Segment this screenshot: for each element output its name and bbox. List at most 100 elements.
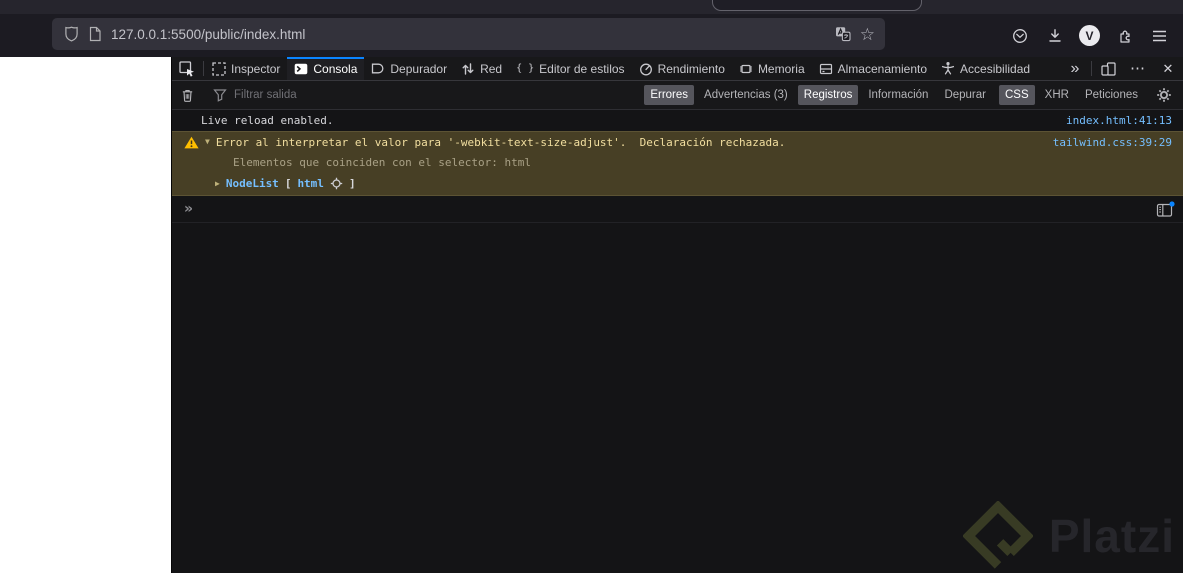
navigation-toolbar: ☆ V <box>0 14 1183 57</box>
responsive-mode-button[interactable] <box>1093 57 1123 80</box>
extensions-puzzle-icon[interactable] <box>1107 20 1142 52</box>
tab-label: Almacenamiento <box>837 61 928 76</box>
console-input-row[interactable]: » <box>172 196 1183 223</box>
bracket-open: [ <box>284 177 292 190</box>
separator <box>1091 61 1092 76</box>
result-class-name[interactable]: NodeList <box>226 177 279 190</box>
tab-network[interactable]: Red <box>454 57 509 80</box>
clear-console-button[interactable] <box>172 88 202 103</box>
memory-chip-icon <box>739 64 752 73</box>
twisty-closed-icon[interactable]: ▶ <box>215 179 220 188</box>
browser-tab-partial[interactable] <box>712 0 922 11</box>
storage-icon <box>819 63 832 74</box>
close-icon: ✕ <box>1162 61 1174 76</box>
gear-icon <box>1157 88 1171 102</box>
url-bar[interactable]: ☆ <box>52 18 885 50</box>
tab-storage[interactable]: Almacenamiento <box>812 57 934 80</box>
bracket-close: ] <box>348 177 356 190</box>
avatar-letter: V <box>1079 25 1100 46</box>
page-info-icon[interactable] <box>88 26 102 42</box>
tab-console[interactable]: Consola <box>287 57 365 80</box>
tab-label: Inspector <box>231 61 281 76</box>
warning-row: ▼ Error al interpretar el valor para '-w… <box>172 132 1183 152</box>
tab-style-editor[interactable]: { } Editor de estilos <box>509 57 631 80</box>
more-tabs-button[interactable]: » <box>1060 57 1090 80</box>
funnel-icon <box>213 89 227 102</box>
inspector-icon <box>212 61 226 76</box>
network-arrows-icon <box>462 62 474 75</box>
trash-icon <box>182 89 192 102</box>
pocket-button[interactable] <box>1002 20 1037 52</box>
console-filterbar: Errores Advertencias (3) Registros Infor… <box>172 81 1183 110</box>
devtools-tabbar: Inspector Consola Depurador Red { } Edit… <box>172 57 1183 81</box>
filter-debug[interactable]: Depurar <box>938 85 992 105</box>
tab-label: Depurador <box>390 61 448 76</box>
filter-info[interactable]: Información <box>862 85 934 105</box>
tab-label: Consola <box>313 61 358 76</box>
responsive-design-icon <box>1100 61 1116 76</box>
tab-label: Red <box>480 61 503 76</box>
tab-accessibility[interactable]: Accesibilidad <box>934 57 1037 80</box>
console-prompt-icon: » <box>184 201 194 217</box>
web-page-content <box>0 57 171 573</box>
warning-detail-row: Elementos que coinciden con el selector:… <box>172 152 1183 172</box>
filter-logs[interactable]: Registros <box>797 85 859 105</box>
console-empty-area[interactable]: Platzi <box>172 223 1183 573</box>
inspect-node-target-icon[interactable] <box>330 177 343 190</box>
filter-warnings[interactable]: Advertencias (3) <box>698 85 794 105</box>
shield-icon[interactable] <box>64 26 79 42</box>
devtools-meatball-menu[interactable]: ⋯ <box>1123 57 1153 80</box>
tab-label: Rendimiento <box>657 61 725 76</box>
filter-output-input[interactable] <box>234 89 643 101</box>
separator <box>203 61 204 76</box>
url-input[interactable] <box>111 26 826 42</box>
close-devtools-button[interactable]: ✕ <box>1153 57 1183 80</box>
console-log-row: Live reload enabled. index.html:41:13 <box>172 110 1183 131</box>
tab-label: Editor de estilos <box>539 61 625 76</box>
filter-errors[interactable]: Errores <box>644 85 695 105</box>
filter-xhr[interactable]: XHR <box>1039 85 1075 105</box>
platzi-watermark-text: Platzi <box>1048 510 1175 562</box>
browser-window: ☆ V <box>0 0 1183 573</box>
platzi-watermark: Platzi <box>962 501 1175 571</box>
log-source-link[interactable]: index.html:41:13 <box>1066 114 1172 127</box>
toolbar-icons: V <box>1002 14 1177 57</box>
console-output: Live reload enabled. index.html:41:13 ▼ … <box>172 110 1183 573</box>
accessibility-person-icon <box>941 62 955 75</box>
warning-message: Error al interpretar el valor para '-web… <box>215 135 786 149</box>
menu-hamburger-icon[interactable] <box>1142 20 1177 52</box>
warning-triangle-icon <box>184 136 199 148</box>
console-warning-block: ▼ Error al interpretar el valor para '-w… <box>172 131 1183 196</box>
warning-source-link[interactable]: tailwind.css:39:29 <box>1053 136 1172 149</box>
tab-performance[interactable]: Rendimiento <box>632 57 732 80</box>
filter-css[interactable]: CSS <box>999 85 1035 105</box>
tab-inspector[interactable]: Inspector <box>205 57 287 80</box>
translate-icon[interactable] <box>835 26 851 42</box>
tab-strip <box>0 0 1183 14</box>
downloads-button[interactable] <box>1037 20 1072 52</box>
braces-icon: { } <box>516 63 535 74</box>
console-settings-button[interactable] <box>1149 87 1179 103</box>
result-node[interactable]: html <box>297 177 324 190</box>
tab-debugger[interactable]: Depurador <box>364 57 454 80</box>
console-icon <box>295 63 308 74</box>
pick-element-button[interactable] <box>172 57 202 80</box>
devtools-panel: Inspector Consola Depurador Red { } Edit… <box>171 57 1183 573</box>
tab-memory[interactable]: Memoria <box>732 57 812 80</box>
meatball-icon: ⋯ <box>1130 60 1146 77</box>
account-avatar[interactable]: V <box>1072 20 1107 52</box>
platzi-logo-icon <box>962 501 1033 569</box>
warning-detail: Elementos que coinciden con el selector:… <box>233 155 532 169</box>
filter-requests[interactable]: Peticiones <box>1079 85 1144 105</box>
debugger-icon <box>372 63 384 74</box>
tab-label: Memoria <box>757 61 805 76</box>
performance-icon <box>639 63 652 75</box>
open-sidebar-icon[interactable] <box>1156 200 1175 218</box>
filter-input-area <box>205 88 643 102</box>
twisty-open-icon[interactable]: ▼ <box>205 138 210 146</box>
nodelist-result-row: ▶ NodeList [ html ] <box>172 172 1183 195</box>
tab-label: Accesibilidad <box>960 61 1031 76</box>
log-message: Live reload enabled. <box>201 114 334 127</box>
bookmark-star-icon[interactable]: ☆ <box>860 26 875 43</box>
